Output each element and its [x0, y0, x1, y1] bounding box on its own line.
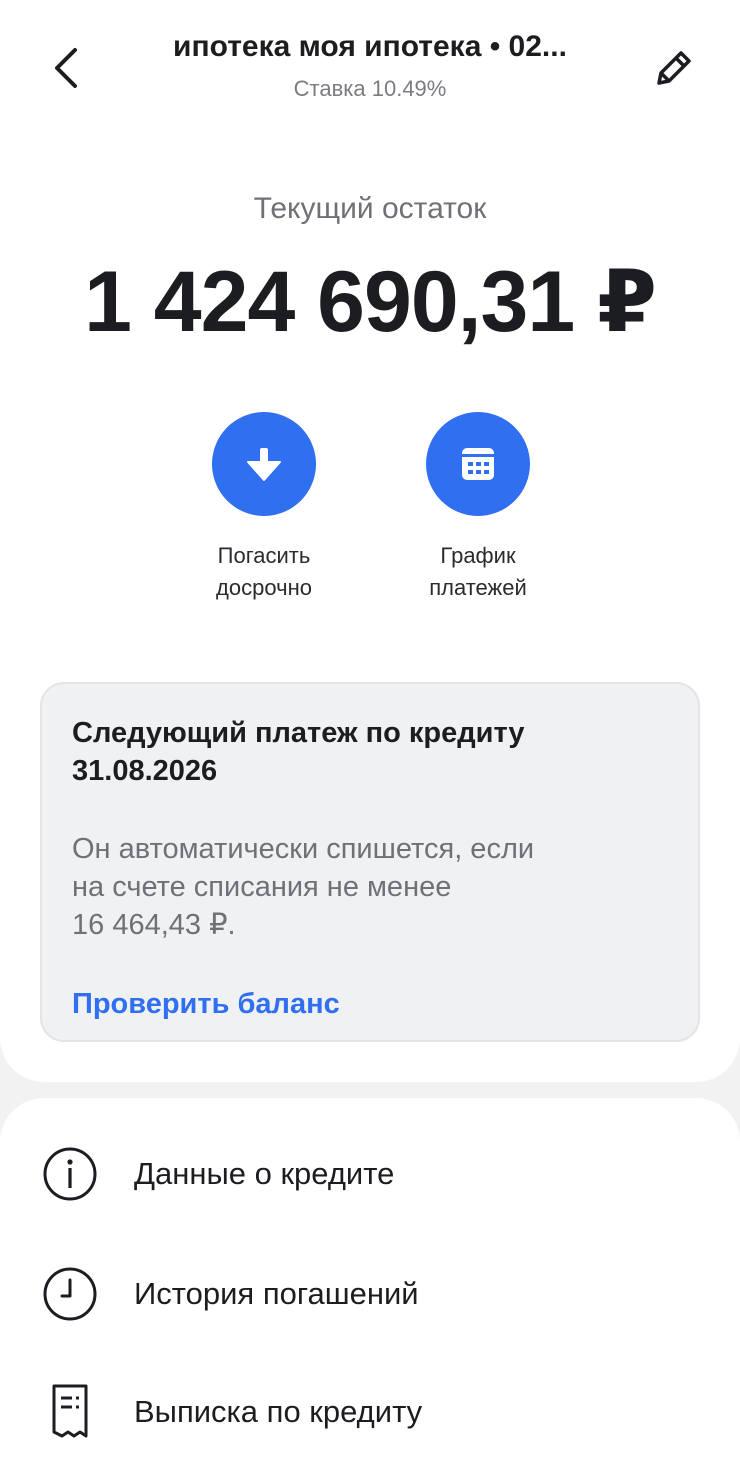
early-repayment-button[interactable]: Погасить досрочно	[174, 412, 354, 604]
next-payment-date: 31.08.2026	[72, 755, 218, 787]
arrow-down-icon	[247, 448, 281, 481]
payment-schedule-label-line2: платежей	[429, 575, 527, 600]
loan-screen: ипотека моя ипотека • 02... Ставка 10.49…	[0, 0, 740, 1474]
next-payment-text-line2: на счете списания не менее	[72, 871, 452, 903]
clock-icon-wrap	[40, 1264, 100, 1324]
page-title: ипотека моя ипотека • 02...	[173, 30, 567, 63]
menu-item-loan-details[interactable]: Данные о кредите	[0, 1124, 740, 1224]
payment-schedule-label-line1: График	[440, 543, 516, 568]
next-payment-card: Следующий платеж по кредиту 31.08.2026 О…	[40, 682, 700, 1042]
next-payment-description: Он автоматически спишется, если на счете…	[72, 830, 668, 944]
header: ипотека моя ипотека • 02... Ставка 10.49…	[0, 0, 740, 120]
early-repayment-circle[interactable]	[212, 412, 316, 516]
menu-item-repayment-history[interactable]: История погашений	[0, 1244, 740, 1344]
early-repayment-label: Погасить досрочно	[174, 540, 354, 604]
menu-label-loan-details: Данные о кредите	[134, 1156, 395, 1191]
next-payment-title-line1: Следующий платеж по кредиту	[72, 717, 525, 749]
info-icon	[43, 1147, 97, 1201]
next-payment-title: Следующий платеж по кредиту 31.08.2026	[72, 714, 668, 790]
balance-value: 1 424 690,31 ₽	[84, 254, 657, 350]
back-button[interactable]	[40, 40, 92, 96]
check-balance-link[interactable]: Проверить баланс	[72, 988, 668, 1021]
receipt-icon	[52, 1384, 88, 1438]
pencil-icon	[657, 51, 691, 85]
edit-button[interactable]	[646, 40, 702, 96]
early-repayment-label-line2: досрочно	[216, 575, 312, 600]
chevron-left-icon	[55, 48, 77, 88]
menu-label-repayment-history: История погашений	[134, 1276, 419, 1311]
early-repayment-label-line1: Погасить	[217, 543, 311, 568]
loan-summary-card: ипотека моя ипотека • 02... Ставка 10.49…	[0, 0, 740, 1082]
menu-item-loan-statement[interactable]: Выписка по кредиту	[0, 1362, 740, 1462]
next-payment-amount: 16 464,43 ₽.	[72, 909, 236, 941]
balance-label: Текущий остаток	[253, 192, 487, 225]
clock-icon	[43, 1267, 97, 1321]
payment-schedule-label: График платежей	[388, 540, 568, 604]
payment-schedule-circle[interactable]	[426, 412, 530, 516]
payment-schedule-button[interactable]: График платежей	[388, 412, 568, 604]
next-payment-text-line1: Он автоматически спишется, если	[72, 833, 535, 865]
info-icon-wrap	[40, 1144, 100, 1204]
menu-label-loan-statement: Выписка по кредиту	[134, 1394, 423, 1429]
calendar-icon	[462, 448, 494, 480]
receipt-icon-wrap	[40, 1382, 100, 1442]
interest-rate: Ставка 10.49%	[293, 76, 447, 101]
